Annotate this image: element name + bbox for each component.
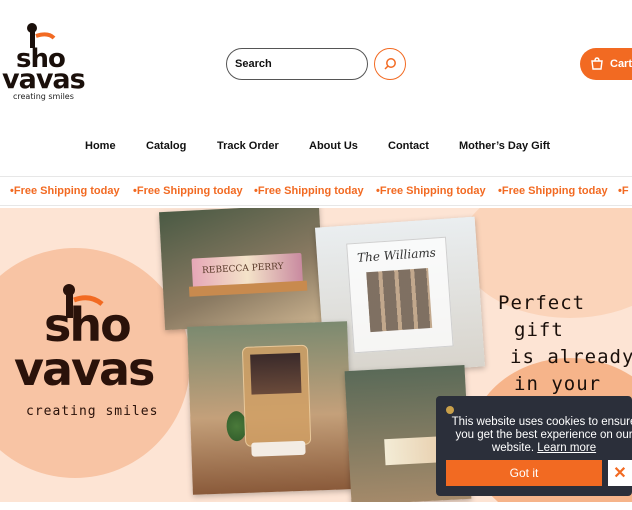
product-photo-music-lamp [187, 321, 353, 495]
shipping-ticker: •Free Shipping today •Free Shipping toda… [0, 176, 632, 206]
cookie-banner: This website uses cookies to ensure you … [436, 396, 632, 496]
cart-icon [591, 57, 603, 70]
site-header: sho vavas creating smiles Cart Home Cata… [0, 0, 632, 152]
ticker-item: •Free Shipping today [133, 185, 243, 197]
hero-headline-line: is already [510, 346, 632, 368]
hero-tagline: creating smiles [26, 404, 159, 419]
hero-logo-word-vavas: vavas [14, 342, 155, 396]
cookie-icon [446, 406, 454, 414]
brand-logo[interactable]: sho vavas creating smiles [0, 22, 90, 104]
hero-headline-line: gift [514, 319, 564, 341]
search-input[interactable] [235, 58, 355, 70]
accept-cookies-button[interactable]: Got it [446, 460, 602, 486]
main-nav: Home Catalog Track Order About Us Contac… [0, 140, 632, 156]
cookie-message: This website uses cookies to ensure you … [446, 416, 632, 455]
nav-item-home[interactable]: Home [85, 140, 116, 152]
ticker-item: •F [618, 185, 629, 197]
nav-item-track-order[interactable]: Track Order [217, 140, 279, 152]
cart-label: Cart [610, 58, 632, 70]
cart-button[interactable]: Cart [580, 48, 632, 80]
hero-headline-line: in your [514, 373, 602, 395]
logo-word-vavas: vavas [2, 64, 86, 95]
nav-item-mothers-day-gift[interactable]: Mother’s Day Gift [459, 140, 550, 152]
learn-more-link[interactable]: Learn more [537, 442, 596, 454]
lamp-base [251, 440, 306, 457]
close-icon[interactable]: ✕ [608, 460, 632, 486]
ticker-item: •Free Shipping today [10, 185, 120, 197]
search-icon [384, 58, 396, 70]
couple-photo [250, 352, 302, 395]
nav-item-contact[interactable]: Contact [388, 140, 429, 152]
product-photo-name-plaque: REBECCA PERRY [159, 208, 325, 331]
ticker-item: •Free Shipping today [254, 185, 364, 197]
hero-headline: Perfect gift is already in your [498, 290, 632, 398]
search-button[interactable] [374, 48, 406, 80]
ticker-item: •Free Shipping today [498, 185, 608, 197]
hero-headline-line: Perfect [498, 292, 586, 314]
photo-collage [366, 267, 433, 333]
nav-item-about-us[interactable]: About Us [309, 140, 358, 152]
nav-item-catalog[interactable]: Catalog [146, 140, 186, 152]
search-box [226, 48, 368, 80]
ticker-item: •Free Shipping today [376, 185, 486, 197]
logo-tagline: creating smiles [13, 92, 74, 101]
